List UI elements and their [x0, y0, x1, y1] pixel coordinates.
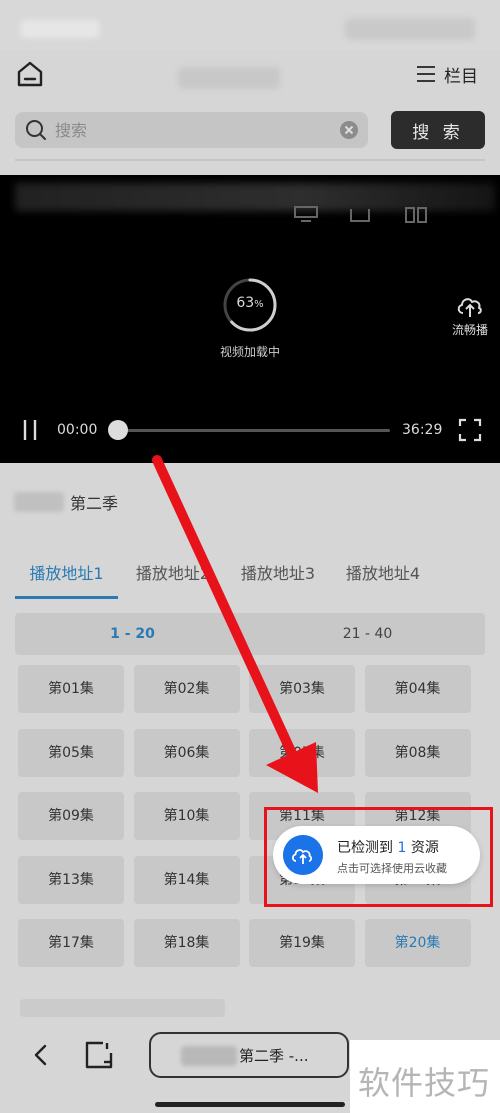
loading-percent-value: 63: [236, 295, 255, 311]
status-bar-icons-blurred: [345, 18, 475, 40]
back-icon[interactable]: [30, 1042, 52, 1068]
episode-button[interactable]: 第13集: [18, 855, 124, 904]
tab-source-2[interactable]: 播放地址2: [123, 556, 223, 596]
home-button[interactable]: [14, 58, 46, 90]
show-title: 第二季: [14, 490, 118, 514]
cloud-upload-icon: [457, 298, 482, 317]
tab-source-3[interactable]: 播放地址3: [228, 556, 328, 596]
time-current: 00:00: [57, 422, 98, 438]
watermark-text: 软件技巧: [358, 1064, 491, 1102]
hamburger-icon: [417, 66, 435, 82]
show-name-blurred: [14, 492, 64, 512]
episode-button[interactable]: 第20集: [364, 919, 471, 967]
divider: [15, 159, 485, 161]
video-player[interactable]: 63% 视频加载中 流畅播 00:00 36:29: [0, 175, 500, 463]
page-title-blurred: [178, 67, 280, 89]
fullscreen-icon[interactable]: [458, 418, 482, 442]
progress-knob[interactable]: [108, 420, 128, 440]
episode-button[interactable]: 第05集: [18, 728, 124, 777]
status-bar: [0, 0, 500, 50]
range-21-40[interactable]: 21 - 40: [250, 613, 485, 655]
episode-button[interactable]: 第17集: [18, 919, 124, 967]
home-indicator: [155, 1102, 345, 1107]
cast-icon[interactable]: [293, 205, 319, 225]
smooth-play-button[interactable]: 流畅播: [448, 293, 492, 338]
episode-button[interactable]: 第07集: [249, 728, 355, 777]
tab-source-1[interactable]: 播放地址1: [15, 556, 118, 596]
episode-button[interactable]: 第10集: [133, 792, 240, 840]
range-1-20[interactable]: 1 - 20: [15, 613, 250, 655]
source-tabs: 播放地址1 播放地址2 播放地址3 播放地址4: [15, 556, 485, 600]
url-text-blurred: [181, 1046, 237, 1066]
tab-source-4[interactable]: 播放地址4: [333, 556, 433, 596]
episode-button[interactable]: 第06集: [133, 728, 240, 777]
episode-button[interactable]: 第04集: [364, 665, 471, 713]
app-header: 栏目: [0, 50, 500, 100]
time-total: 36:29: [402, 422, 443, 438]
status-bar-time-blurred: [20, 20, 100, 38]
episode-button[interactable]: 第01集: [18, 665, 124, 713]
search-box: [15, 112, 368, 148]
episode-button[interactable]: 第19集: [249, 919, 355, 967]
tabs-icon[interactable]: [84, 1040, 114, 1070]
episode-button[interactable]: 第03集: [249, 665, 355, 713]
menu-button[interactable]: 栏目: [416, 60, 478, 88]
episode-button[interactable]: 第02集: [133, 665, 240, 713]
search-button[interactable]: 搜 索: [391, 111, 485, 149]
loading-percent: 63%: [220, 295, 280, 311]
highlight-box: [264, 807, 493, 907]
progress-track[interactable]: [117, 429, 390, 432]
episode-button[interactable]: 第18集: [133, 919, 240, 967]
pip-icon[interactable]: [403, 205, 429, 225]
menu-label: 栏目: [444, 66, 478, 87]
clear-icon[interactable]: [339, 120, 359, 140]
download-icon[interactable]: [347, 205, 373, 225]
search-icon: [26, 120, 46, 140]
pause-icon[interactable]: [20, 418, 40, 442]
tab-underline: [15, 596, 118, 599]
search-input[interactable]: [55, 116, 335, 144]
watermark: 软件技巧: [350, 1040, 500, 1113]
episode-button[interactable]: 第14集: [133, 855, 240, 904]
loading-percent-unit: %: [254, 299, 264, 310]
url-bar[interactable]: 第二季 -...: [149, 1032, 349, 1078]
episode-button[interactable]: 第08集: [364, 728, 471, 777]
episode-range-bar: 1 - 20 21 - 40: [15, 613, 485, 655]
episode-button[interactable]: 第09集: [18, 792, 124, 840]
url-text: 第二季 -...: [239, 1047, 309, 1065]
loading-label: 视频加载中: [219, 345, 280, 359]
show-season: 第二季: [70, 494, 119, 513]
smooth-play-label: 流畅播: [451, 323, 488, 337]
home-icon: [17, 61, 43, 87]
bottom-strip: [20, 999, 225, 1017]
